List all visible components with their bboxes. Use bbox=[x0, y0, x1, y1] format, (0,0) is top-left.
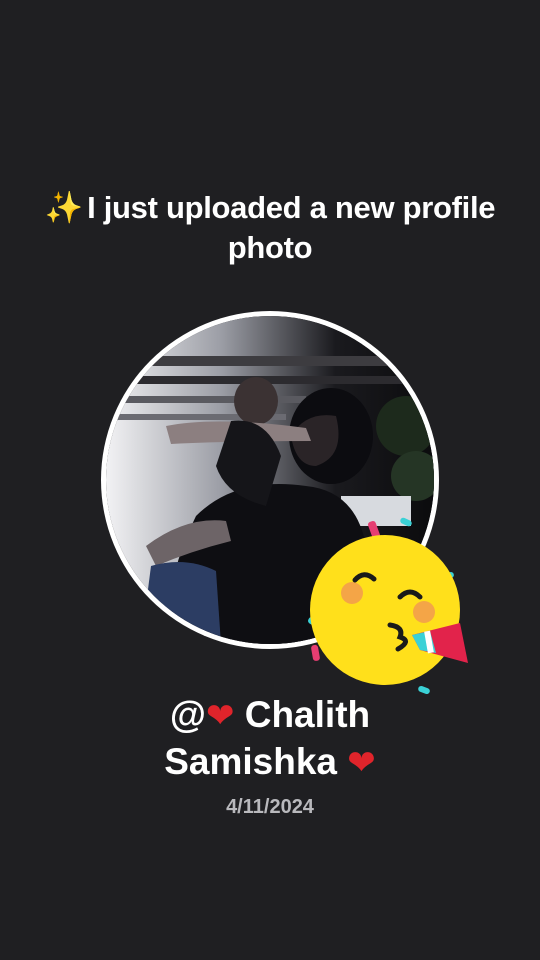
username-first: Chalith bbox=[244, 694, 371, 735]
heart-icon: ❤ bbox=[347, 744, 376, 782]
headline-text: I just uploaded a new profile photo bbox=[87, 190, 496, 265]
story-screen: ✨ I just uploaded a new profile photo @❤… bbox=[0, 0, 540, 960]
upload-date: 4/11/2024 bbox=[226, 796, 314, 818]
sparkles-icon: ✨ bbox=[44, 190, 84, 225]
heart-icon: ❤ bbox=[205, 697, 235, 735]
headline: ✨ I just uploaded a new profile photo bbox=[40, 188, 500, 268]
profile-username: @❤ Chalith Samishka ❤ bbox=[40, 692, 500, 786]
username-at: @ bbox=[169, 694, 206, 735]
party-face-icon bbox=[300, 515, 475, 700]
username-second: Samishka bbox=[164, 741, 337, 782]
